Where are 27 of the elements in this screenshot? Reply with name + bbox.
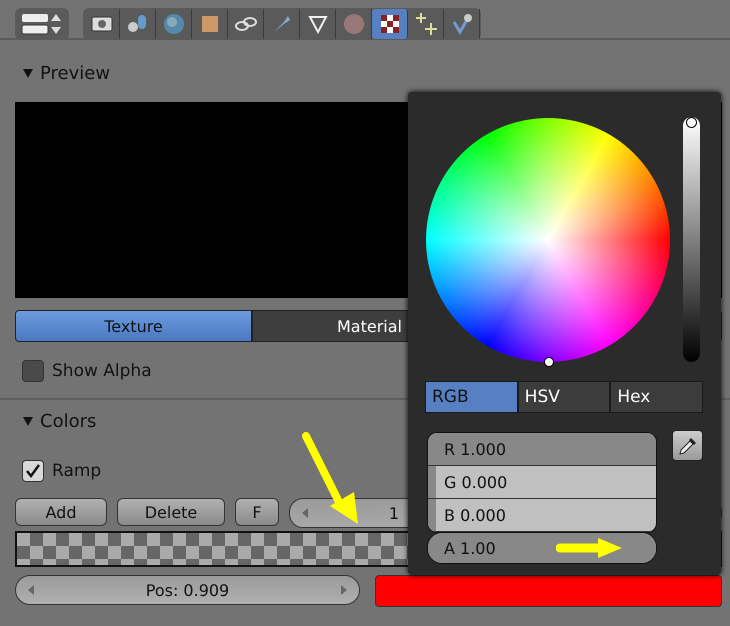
editor-type-selector[interactable] — [15, 8, 69, 40]
slider-thumb[interactable] — [686, 117, 697, 128]
eyedropper-button[interactable] — [672, 430, 703, 461]
color-mode-tab[interactable]: RGB — [425, 381, 518, 413]
color-mode-tab[interactable]: HSV — [518, 381, 610, 413]
section-title: Colors — [40, 410, 96, 432]
checkbox-label: Show Alpha — [52, 361, 152, 381]
channel-slider[interactable]: B 0.000 — [428, 499, 656, 532]
annotation-arrow — [556, 536, 624, 560]
ramp-button[interactable]: Add — [15, 498, 107, 526]
checkbox-label: Ramp — [52, 461, 102, 481]
checkbox[interactable] — [22, 360, 44, 382]
preview-tab[interactable]: Texture — [15, 310, 252, 342]
wheel-cursor[interactable] — [544, 357, 554, 367]
section-title: Preview — [40, 62, 110, 84]
checkbox[interactable] — [22, 460, 44, 482]
channel-slider[interactable]: R 1.000 — [428, 433, 656, 466]
color-swatch[interactable] — [375, 575, 722, 607]
color-mode-tab[interactable]: Hex — [610, 381, 704, 413]
ramp-button[interactable]: F — [235, 498, 279, 526]
triangle-icon[interactable] — [22, 415, 34, 427]
value-slider[interactable] — [683, 117, 700, 362]
triangle-icon[interactable] — [22, 67, 34, 79]
alpha-slider[interactable]: A 1.00 — [427, 532, 657, 564]
context-tab[interactable] — [372, 9, 408, 39]
channel-slider[interactable]: G 0.000 — [428, 466, 656, 499]
ramp-button[interactable]: Delete — [117, 498, 225, 526]
